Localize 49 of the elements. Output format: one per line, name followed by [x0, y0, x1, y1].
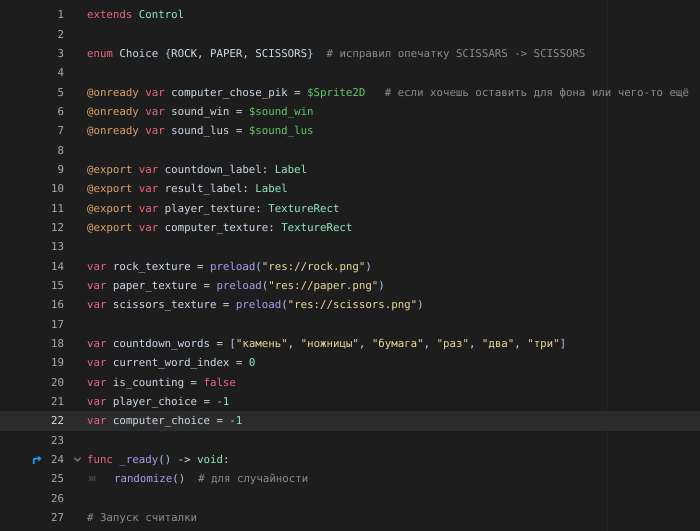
line-number: 9: [56, 162, 64, 176]
code-line: var paper_texture = preload("res://paper.png"): [87, 278, 385, 292]
code-line: @export var result_label: Label: [87, 182, 288, 196]
line-number: 24: [50, 453, 64, 466]
line-number: 12: [50, 220, 64, 234]
line-number: 19: [50, 356, 64, 370]
code-line: randomize() # для случайности: [114, 472, 308, 486]
code-line: # Запуск считалки: [87, 511, 198, 524]
override-arrow-icon[interactable]: [31, 454, 42, 466]
code-line: var is_counting = false: [87, 376, 236, 389]
line-number: 10: [50, 182, 64, 196]
code-line: @export var player_texture: TextureRect: [87, 202, 340, 215]
line-number: 27: [50, 511, 64, 524]
code-line: @export var computer_texture: TextureRect: [87, 220, 352, 234]
code-line: var current_word_index = 0: [87, 356, 256, 370]
code-line: var countdown_words = ["камень", "ножницы", "бумага", "раз", "два", "три"]: [87, 337, 566, 350]
line-number: 8: [56, 144, 64, 157]
line-number: 6: [56, 104, 64, 118]
code-line: var scissors_texture = preload("res://scissors.png"): [87, 298, 424, 312]
line-number: 2: [56, 28, 64, 41]
line-number: 1: [56, 8, 64, 22]
line-number: 3: [56, 46, 64, 60]
line-number: 20: [50, 376, 64, 389]
line-number: 26: [50, 492, 64, 505]
line-number: 17: [50, 318, 64, 331]
code-line: @export var countdown_label: Label: [87, 162, 308, 176]
line-number: 23: [50, 434, 64, 447]
line-number: 22: [50, 414, 64, 428]
line-number: 14: [50, 260, 64, 273]
line-number: 18: [50, 337, 64, 350]
code-line: enum Choice {ROCK, PAPER, SCISSORS} # исправил опечатку SCISSARS -> SCISSORS: [87, 46, 586, 60]
code-line: @onready var sound_lus = $sound_lus: [87, 124, 314, 138]
line-number: 5: [56, 86, 64, 99]
code-line: @onready var sound_win = $sound_win: [87, 104, 314, 118]
line-number: 21: [50, 395, 64, 408]
line-number: 11: [50, 202, 64, 215]
code-line: var player_choice = -1: [87, 395, 230, 408]
chevron-down-icon[interactable]: [73, 455, 82, 464]
code-line: extends Control: [87, 8, 184, 22]
code-line: func _ready() -> void:: [87, 453, 230, 466]
line-number: 4: [56, 66, 64, 80]
code-line: var rock_texture = preload("res://rock.png"): [87, 260, 372, 273]
line-number: 7: [56, 124, 64, 138]
line-number: 15: [50, 278, 64, 292]
line-number: 16: [50, 298, 64, 312]
line-number: 13: [50, 240, 64, 254]
line-number: 25: [50, 472, 64, 486]
code-line: @onready var computer_chose_pik = $Sprite2D # если хочешь оставить для фона или чего-то ещё: [87, 86, 689, 99]
code-line: var computer_choice = -1: [87, 414, 242, 428]
